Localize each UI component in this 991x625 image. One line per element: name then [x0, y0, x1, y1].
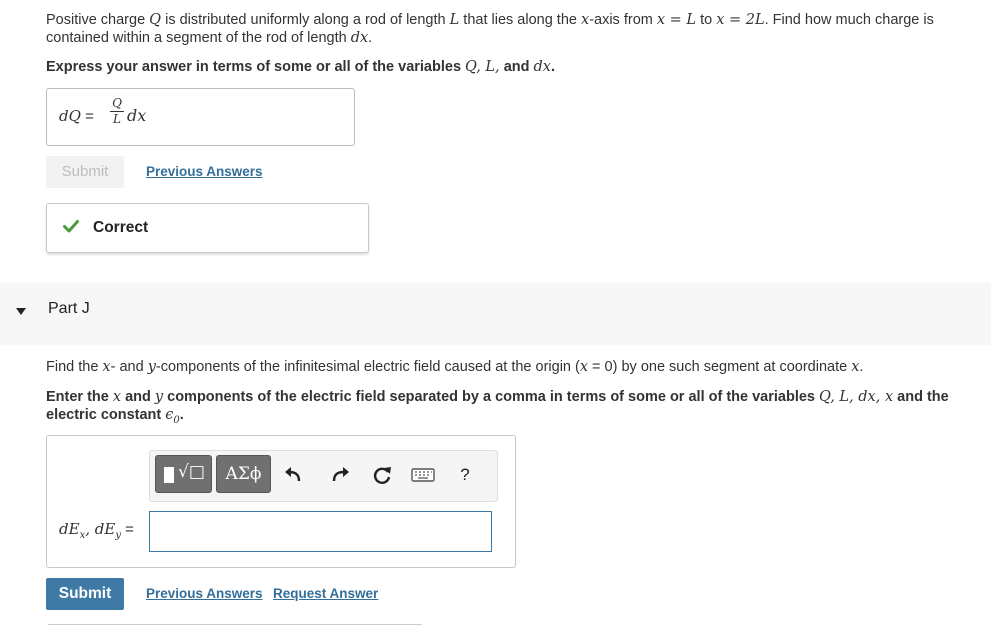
- previous-answers-link-2[interactable]: Previous Answers: [146, 586, 263, 601]
- math-var: y: [147, 359, 156, 375]
- question-text-part: Positive charge: [46, 12, 150, 28]
- math-toolbar: √□ ΑΣϕ ?: [149, 450, 498, 502]
- instruction-text: .: [179, 407, 184, 423]
- instruction-text: components of the electric field separat…: [163, 389, 820, 405]
- submit-button-disabled: Submit: [46, 156, 124, 188]
- math-var: x: [102, 359, 111, 375]
- previous-answers-link[interactable]: Previous Answers: [146, 164, 263, 179]
- question-text: Positive charge Q is distributed uniform…: [46, 11, 971, 47]
- instruction-text: Enter the: [46, 389, 113, 405]
- answer-entry-box: √□ ΑΣϕ ? dEx, dEy =: [46, 435, 516, 568]
- question-text-part: -axis from: [589, 12, 657, 28]
- question-text-part: = 0) by one such segment at coordinate: [588, 359, 852, 375]
- fraction-numerator: Q: [112, 96, 122, 110]
- question-text-part: that lies along the: [459, 12, 581, 28]
- math-var: Q: [149, 12, 162, 28]
- feedback-text: Correct: [93, 219, 149, 236]
- part-answer-instruction: Enter the x and y components of the elec…: [46, 388, 976, 430]
- instruction-text: and: [121, 389, 155, 405]
- answer-label: dQ =: [59, 107, 94, 125]
- templates-button[interactable]: √□: [155, 455, 212, 493]
- answer-input-label: dEx, dEy =: [59, 520, 134, 541]
- question-text-part: Find the: [46, 359, 103, 375]
- math-var: L: [449, 12, 460, 28]
- request-answer-link[interactable]: Request Answer: [273, 586, 378, 601]
- question-text-part: .: [859, 359, 864, 375]
- keyboard-icon[interactable]: [410, 463, 436, 487]
- symbols-button[interactable]: ΑΣϕ: [216, 455, 271, 493]
- instruction-text: Express your answer in terms of some or …: [46, 59, 466, 75]
- math-var: x: [581, 12, 590, 28]
- submitted-answer-box: dQ = Q L dx: [46, 88, 355, 146]
- math-var: dx: [533, 59, 551, 75]
- answer-instruction: Express your answer in terms of some or …: [46, 58, 555, 76]
- question-text-part: to: [696, 12, 717, 28]
- answer-label-var: dQ: [59, 107, 81, 125]
- math-var: x: [112, 389, 122, 405]
- feedback-box: Correct: [46, 203, 369, 253]
- undo-icon[interactable]: [283, 463, 307, 487]
- instruction-text: and: [499, 59, 534, 75]
- fraction-denominator: L: [113, 112, 121, 126]
- part-header[interactable]: Part J: [0, 283, 991, 345]
- reset-icon[interactable]: [370, 463, 394, 487]
- label-equals: =: [120, 521, 134, 538]
- math-var: dx: [350, 30, 369, 46]
- math-vars: Q, L, dx, x: [819, 389, 894, 405]
- question-text-part: .: [368, 30, 373, 46]
- question-text-part: - and: [110, 359, 148, 375]
- submit-button[interactable]: Submit: [46, 578, 124, 610]
- part-question-text: Find the x- and y-components of the infi…: [46, 358, 971, 376]
- math-var: x: [579, 359, 589, 375]
- math-var: y: [154, 389, 164, 405]
- fraction: Q L: [110, 97, 124, 126]
- part-title: Part J: [48, 300, 90, 317]
- collapse-triangle-icon[interactable]: [16, 308, 26, 315]
- answer-input-field[interactable]: [149, 511, 492, 552]
- answer-tail: dx: [127, 106, 147, 125]
- math-expression: x = L: [656, 12, 697, 28]
- template-box-icon: [164, 467, 174, 483]
- label-var: dE: [94, 520, 116, 538]
- label-separator: ,: [85, 520, 95, 538]
- help-icon[interactable]: ?: [453, 463, 477, 487]
- sqrt-template-icon: √□: [178, 462, 205, 482]
- instruction-text: .: [550, 59, 556, 75]
- math-vars: Q, L,: [465, 59, 500, 75]
- question-text-part: is distributed uniformly along a rod of …: [161, 12, 450, 28]
- label-var: dE: [59, 520, 80, 538]
- checkmark-icon: [63, 220, 79, 233]
- answer-equals: =: [80, 108, 94, 125]
- question-text-part: -components of the infinitesimal electri…: [155, 359, 580, 375]
- math-expression: x = 2L: [716, 12, 765, 28]
- redo-icon[interactable]: [328, 463, 352, 487]
